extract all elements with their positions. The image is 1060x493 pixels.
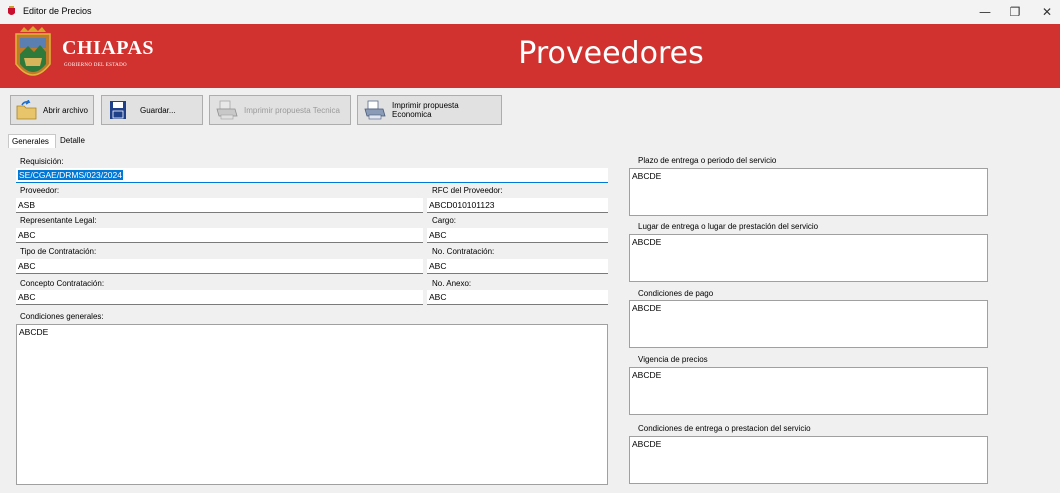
condiciones-generales-label: Condiciones generales: <box>20 312 104 321</box>
floppy-disk-icon <box>110 101 126 119</box>
open-file-button[interactable]: Abrir archivo <box>10 95 94 125</box>
tab-generales[interactable]: Generales <box>8 134 56 148</box>
representante-label: Representante Legal: <box>20 216 97 225</box>
plazo-label: Plazo de entrega o periodo del servicio <box>638 156 777 165</box>
print-technical-label: Imprimir propuesta Tecnica <box>244 105 340 115</box>
requisicion-label: Requisición: <box>20 157 64 166</box>
tipo-contratacion-field[interactable]: ABC <box>16 259 423 274</box>
pago-textarea[interactable]: ABCDE <box>629 300 988 348</box>
vigencia-textarea[interactable]: ABCDE <box>629 367 988 415</box>
concepto-contratacion-field[interactable]: ABC <box>16 290 423 305</box>
app-icon <box>8 6 15 15</box>
vigencia-label: Vigencia de precios <box>638 355 708 364</box>
pago-label: Condiciones de pago <box>638 289 714 298</box>
printer-icon <box>216 100 238 120</box>
close-button[interactable]: ✕ <box>1038 4 1056 20</box>
entrega-label: Condiciones de entrega o prestacion del … <box>638 424 811 433</box>
open-file-label: Abrir archivo <box>43 105 88 115</box>
cargo-label: Cargo: <box>432 216 457 225</box>
print-technical-button[interactable]: Imprimir propuesta Tecnica <box>209 95 351 125</box>
concepto-contratacion-label: Concepto Contratación: <box>20 279 105 288</box>
window-titlebar: Editor de Precios — ❐ ✕ <box>0 0 1060 24</box>
rfc-label: RFC del Proveedor: <box>432 186 503 195</box>
condiciones-generales-textarea[interactable]: ABCDE <box>16 324 608 485</box>
cargo-field[interactable]: ABC <box>427 228 608 243</box>
minimize-button[interactable]: — <box>976 4 994 20</box>
window-title: Editor de Precios <box>23 6 92 16</box>
lugar-label: Lugar de entrega o lugar de prestación d… <box>638 222 819 231</box>
requisicion-field[interactable]: SE/CGAE/DRMS/023/2024 <box>16 168 608 183</box>
no-contratacion-field[interactable]: ABC <box>427 259 608 274</box>
entrega-textarea[interactable]: ABCDE <box>629 436 988 484</box>
save-label: Guardar... <box>140 105 176 115</box>
tipo-contratacion-label: Tipo de Contratación: <box>20 247 97 256</box>
header-banner: CHIAPAS GOBIERNO DEL ESTADO Proveedores <box>0 24 1060 88</box>
representante-field[interactable]: ABC <box>16 228 423 243</box>
open-folder-icon <box>16 100 37 120</box>
proveedor-label: Proveedor: <box>20 186 60 195</box>
printer-icon <box>364 100 386 120</box>
lugar-textarea[interactable]: ABCDE <box>629 234 988 282</box>
print-economic-button[interactable]: Imprimir propuesta Economica <box>357 95 502 125</box>
plazo-textarea[interactable]: ABCDE <box>629 168 988 216</box>
no-anexo-field[interactable]: ABC <box>427 290 608 305</box>
page-title: Proveedores <box>518 36 704 71</box>
maximize-button[interactable]: ❐ <box>1006 4 1024 20</box>
requisicion-value: SE/CGAE/DRMS/023/2024 <box>18 170 123 180</box>
rfc-field[interactable]: ABCD010101123 <box>427 198 608 213</box>
no-contratacion-label: No. Contratación: <box>432 247 495 256</box>
no-anexo-label: No. Anexo: <box>432 279 472 288</box>
proveedor-field[interactable]: ASB <box>16 198 423 213</box>
save-button[interactable]: Guardar... <box>101 95 203 125</box>
tab-detalle[interactable]: Detalle <box>57 134 88 148</box>
print-economic-label: Imprimir propuesta Economica <box>392 101 459 119</box>
